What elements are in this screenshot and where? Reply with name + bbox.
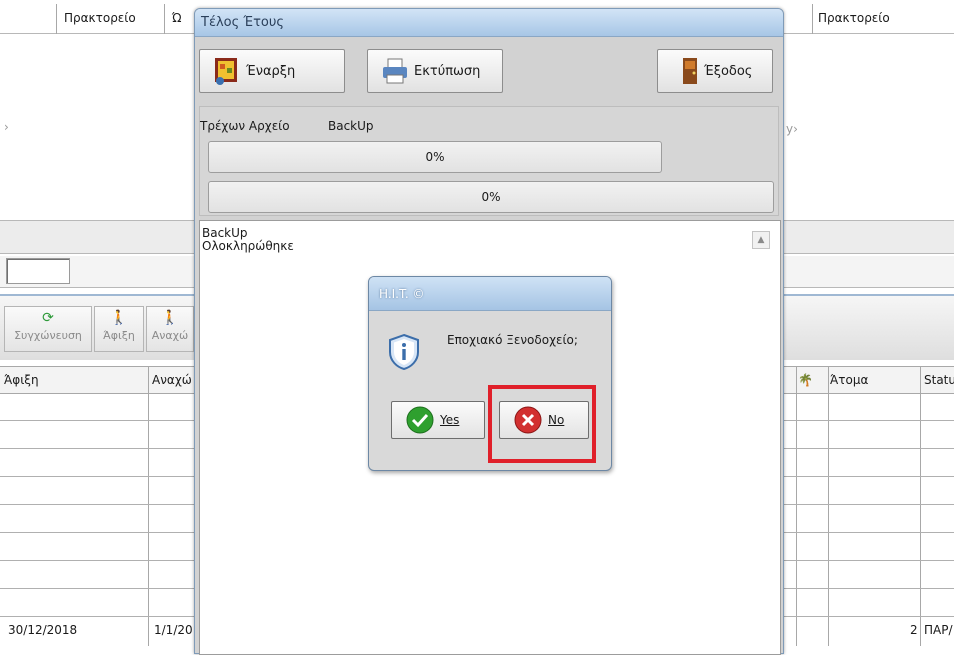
departure-button[interactable]: 🚶 Αναχώ (146, 306, 194, 352)
current-file-value: BackUp (328, 119, 374, 133)
grid-row-line (784, 560, 954, 561)
grid-row-line (0, 616, 194, 617)
info-shield-icon (387, 333, 421, 374)
row-status[interactable]: ΠΑΡ/ (920, 618, 954, 642)
total-progress-text: 0% (481, 190, 501, 204)
grid-row-line (784, 616, 954, 617)
progress-panel: Τρέχων Αρχείο BackUp 0% 0% (199, 106, 779, 216)
departure-icon: 🚶 (161, 310, 179, 326)
column-separator (164, 4, 165, 34)
confirm-message: Εποχιακό Ξενοδοχείο; (447, 333, 578, 347)
row-departure-date[interactable]: 1/1/20 (150, 618, 193, 642)
grid-row-line (0, 532, 194, 533)
grid-row-line (784, 476, 954, 477)
yes-button[interactable]: Yes (391, 401, 485, 439)
grid-row-line (784, 420, 954, 421)
file-progress-text: 0% (425, 150, 445, 164)
grid-row-line (784, 532, 954, 533)
arrival-button-label: Άφιξη (103, 329, 135, 342)
file-progress-bar: 0% (208, 141, 662, 173)
grid-row-line (0, 476, 194, 477)
sync-icon: ⟳ (42, 310, 54, 326)
column-separator (56, 4, 57, 34)
arrival-button[interactable]: 🚶 Άφιξη (94, 306, 144, 352)
right-field-strip (784, 256, 954, 288)
left-band (0, 220, 194, 254)
right-text-fragment: y› (786, 122, 798, 136)
print-button-label: Εκτύπωση (414, 64, 481, 79)
merge-button-label: Συγχώνευση (14, 329, 82, 342)
row-arrival-date[interactable]: 30/12/2018 (4, 618, 77, 642)
print-button[interactable]: Εκτύπωση (367, 49, 503, 93)
dialog-title[interactable]: Τέλος Έτους (195, 9, 783, 37)
exit-button[interactable]: Έξοδος (657, 49, 773, 93)
confirm-dialog-title[interactable]: H.I.T. © (369, 277, 611, 311)
arrival-icon: 🚶 (110, 310, 128, 326)
grid-row-line (784, 588, 954, 589)
right-toolbar (784, 294, 954, 360)
column-header-arrival[interactable]: Άφιξη (4, 373, 39, 387)
check-icon (406, 406, 434, 448)
grid-row-line (0, 448, 194, 449)
left-input-field[interactable] (6, 258, 70, 284)
exit-button-label: Έξοδος (704, 64, 753, 79)
no-button-highlight (488, 385, 596, 463)
left-header-row: Πρακτορείο Ώ (0, 4, 194, 34)
left-grid-header: Άφιξη Αναχώ (0, 366, 194, 394)
left-toolbar: ⟳ Συγχώνευση 🚶 Άφιξη 🚶 Αναχώ (0, 294, 194, 360)
grid-row-line (0, 560, 194, 561)
start-icon (212, 56, 242, 86)
grid-row-line (0, 504, 194, 505)
right-grid-header: 🌴 Άτομα Statu (784, 366, 954, 394)
column-separator (812, 4, 813, 34)
column-header-persons[interactable]: Άτομα (830, 367, 868, 393)
scroll-up-button[interactable]: ▲ (752, 231, 770, 249)
start-button-label: Έναρξη (246, 64, 296, 79)
tree-icon: 🌴 (798, 373, 813, 387)
row-persons[interactable]: 2 (906, 618, 918, 642)
start-button[interactable]: Έναρξη (199, 49, 345, 93)
column-header-status[interactable]: Statu (924, 367, 954, 393)
grid-col-line (828, 366, 829, 646)
yes-button-label: Yes (440, 413, 460, 427)
grid-col-line (148, 366, 149, 646)
grid-row-line (784, 504, 954, 505)
departure-button-label: Αναχώ (151, 329, 189, 342)
merge-button[interactable]: ⟳ Συγχώνευση (4, 306, 92, 352)
column-header-departure[interactable]: Αναχώ (152, 367, 192, 393)
grid-row-line (0, 588, 194, 589)
right-header-row: Πρακτορείο (784, 4, 954, 34)
printer-icon (380, 56, 410, 86)
left-scroll-arrow[interactable]: › (4, 120, 9, 134)
grid-row-line (784, 448, 954, 449)
column-header-agency[interactable]: Πρακτορείο (60, 4, 136, 32)
column-header-agency-right[interactable]: Πρακτορείο (814, 4, 890, 32)
door-exit-icon (674, 56, 704, 86)
column-header-truncated[interactable]: Ώ (168, 4, 182, 32)
grid-col-line (920, 366, 921, 646)
current-file-label: Τρέχων Αρχείο (200, 119, 290, 133)
grid-col-line (796, 366, 797, 646)
right-band (784, 220, 954, 254)
total-progress-bar: 0% (208, 181, 774, 213)
grid-row-line (0, 420, 194, 421)
log-line: Ολοκληρώθηκε (202, 239, 294, 253)
